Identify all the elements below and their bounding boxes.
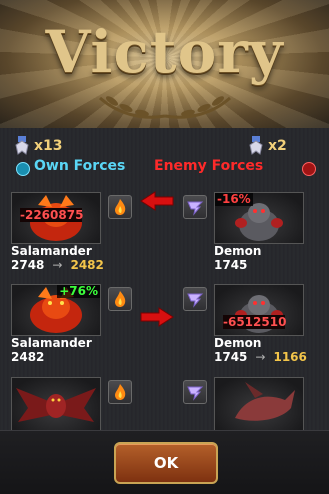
own-unit-stat-2: 2482 [11, 350, 45, 364]
arrow-right-icon: → [48, 258, 67, 272]
wind-element-icon[interactable] [183, 195, 207, 219]
victory-banner: Victory [0, 0, 329, 128]
enemy-unit-card-2[interactable]: -6512510 [214, 284, 304, 336]
rank-badge-icon [15, 136, 29, 155]
wind-element-icon[interactable] [183, 380, 207, 404]
stat-before: 2748 [11, 258, 45, 272]
stat-after: 1166 [273, 350, 307, 364]
own-unit-card-1[interactable]: -2260875 [11, 192, 101, 244]
own-unit-name-2: Salamander [11, 336, 92, 350]
victory-title: Victory [45, 18, 284, 86]
enemy-count: x2 [268, 138, 287, 154]
enemy-unit-name-1: Demon [214, 244, 262, 258]
own-unit-card-2[interactable]: +76% [11, 284, 101, 336]
ok-button[interactable]: OK [114, 442, 218, 484]
own-count: x13 [34, 138, 63, 154]
enemy-unit-stat-2: 1745 → 1166 [214, 350, 307, 364]
dragon-portrait [235, 382, 295, 421]
own-unit-card-3[interactable] [11, 377, 101, 431]
fire-element-icon[interactable] [108, 195, 132, 219]
enemy-unit-card-1[interactable]: -16% [214, 192, 304, 244]
force-counts: x13 Own Forces x2 Enemy Forces [12, 134, 317, 180]
rank-badge-icon [249, 136, 263, 155]
own-unit-stat-1: 2748 → 2482 [11, 258, 104, 272]
enemy-unit-name-2: Demon [214, 336, 262, 350]
dragon-portrait [16, 388, 96, 422]
damage-value: -6512510 [223, 315, 287, 329]
stat-before: 1745 [214, 350, 248, 364]
own-forces-label: Own Forces [34, 158, 126, 174]
attack-arrow-left-icon [140, 191, 174, 211]
own-unit-name-1: Salamander [11, 244, 92, 258]
enemy-unit-stat-1: 1745 [214, 258, 248, 272]
laurel-wreath-icon [99, 96, 231, 119]
enemy-forces-label: Enemy Forces [154, 158, 264, 174]
enemy-unit-card-3[interactable] [214, 377, 304, 431]
percent-change: -16% [215, 192, 253, 206]
damage-value: -2260875 [20, 208, 84, 222]
cyan-eye-icon [16, 162, 30, 176]
stat-after: 2482 [70, 258, 104, 272]
fire-element-icon[interactable] [108, 287, 132, 311]
percent-change: +76% [57, 284, 100, 298]
red-eye-icon [302, 162, 316, 176]
battle-result-panel: Victory x13 Own Forces x2 Enemy Forces -… [0, 0, 329, 494]
wind-element-icon[interactable] [183, 287, 207, 311]
arrow-right-icon: → [251, 350, 270, 364]
attack-arrow-right-icon [140, 307, 174, 327]
fire-element-icon[interactable] [108, 380, 132, 404]
